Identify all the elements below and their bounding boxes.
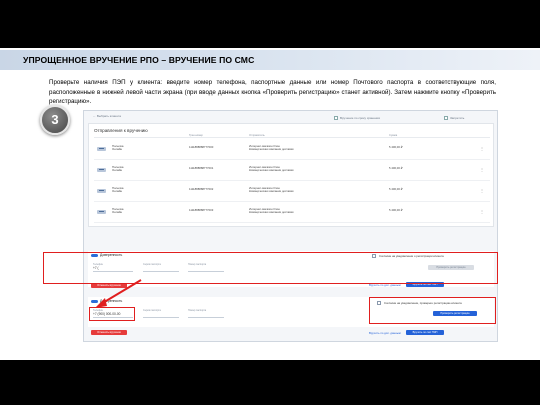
parcel-sender: Интернет-магазин Озон Коммерческая компа… [249, 144, 294, 152]
parcel-icon [97, 210, 106, 214]
parcel-track: 1111888888777001 [189, 166, 214, 170]
passport-series-field[interactable]: Серия паспорта [143, 309, 179, 318]
instruction-text: Проверьте наличия ПЭП у клиента: введите… [49, 79, 496, 106]
slide-title: УПРОЩЕННОЕ ВРУЧЕНИЕ РПО – ВРУЧЕНИЕ ПО СМ… [23, 55, 255, 65]
highlight-input-area [43, 252, 498, 284]
parcels-card: Отправления к вручению Трек-номер Отправ… [88, 123, 494, 227]
parcel-amount: 5 400,00 ₽ [389, 187, 403, 191]
forbid-checkbox[interactable] [444, 116, 448, 120]
top-black-bar [0, 0, 540, 48]
more-icon[interactable]: ⋮ [480, 167, 484, 172]
step-number-badge: 3 [40, 105, 70, 135]
table-row[interactable]: Посылка Онлайн 1111888888777003 Интернет… [94, 203, 490, 223]
parcel-type: Посылка Онлайн [112, 207, 124, 215]
highlight-check-button [369, 297, 496, 324]
parcel-type: Посылка Онлайн [112, 144, 124, 152]
table-row[interactable]: Посылка Онлайн 1111888888777002 Интернет… [94, 182, 490, 202]
parcel-track: 1111888888777000 [189, 145, 214, 149]
parcel-sender: Интернет-магазин Озон Коммерческая компа… [249, 186, 294, 194]
parcel-icon [97, 168, 106, 172]
more-icon[interactable]: ⋮ [480, 146, 484, 151]
passport-number-field[interactable]: Номер паспорта [188, 309, 224, 318]
passport-series-label: Серия паспорта [143, 309, 161, 312]
storage-checkbox[interactable] [334, 116, 338, 120]
deliver-by-sms-button[interactable]: Вручить по смс ПЭП [406, 330, 444, 335]
deliver-by-extra-data-link[interactable]: Вручить по доп. данным [369, 331, 401, 335]
passport-number-label: Номер паспорта [188, 309, 207, 312]
highlight-phone-field [89, 307, 135, 321]
parcel-sender: Интернет-магазин Озон Коммерческая компа… [249, 207, 294, 215]
card-divider [94, 137, 490, 138]
bottom-black-bar [0, 360, 540, 405]
parcel-track: 1111888888777002 [189, 187, 214, 191]
more-icon[interactable]: ⋮ [480, 188, 484, 193]
parcel-type: Посылка Онлайн [112, 165, 124, 173]
parcel-amount: 5 400,00 ₽ [389, 166, 403, 170]
cancel-delivery-button[interactable]: Отменить вручение [91, 330, 127, 335]
power-of-attorney-toggle[interactable] [91, 300, 98, 303]
toggle-label: Доверенность [100, 299, 123, 303]
parcel-track: 1111888888777003 [189, 208, 214, 212]
parcel-icon [97, 189, 106, 193]
parcel-amount: 5 400,00 ₽ [389, 208, 403, 212]
table-row[interactable]: Посылка Онлайн 1111888888777000 Интернет… [94, 140, 490, 160]
table-row[interactable]: Посылка Онлайн 1111888888777001 Интернет… [94, 161, 490, 181]
parcel-sender: Интернет-магазин Озон Коммерческая компа… [249, 165, 294, 173]
more-icon[interactable]: ⋮ [480, 209, 484, 214]
parcel-icon [97, 147, 106, 151]
parcel-amount: 5 400,00 ₽ [389, 145, 403, 149]
parcel-type: Посылка Онлайн [112, 186, 124, 194]
card-title: Отправления к вручению [94, 128, 148, 133]
forbid-checkbox-label: Запретить [450, 116, 465, 120]
back-link[interactable]: ← Выбрать клиента [93, 114, 121, 118]
storage-checkbox-label: Вручение по сроку хранения [340, 116, 380, 120]
